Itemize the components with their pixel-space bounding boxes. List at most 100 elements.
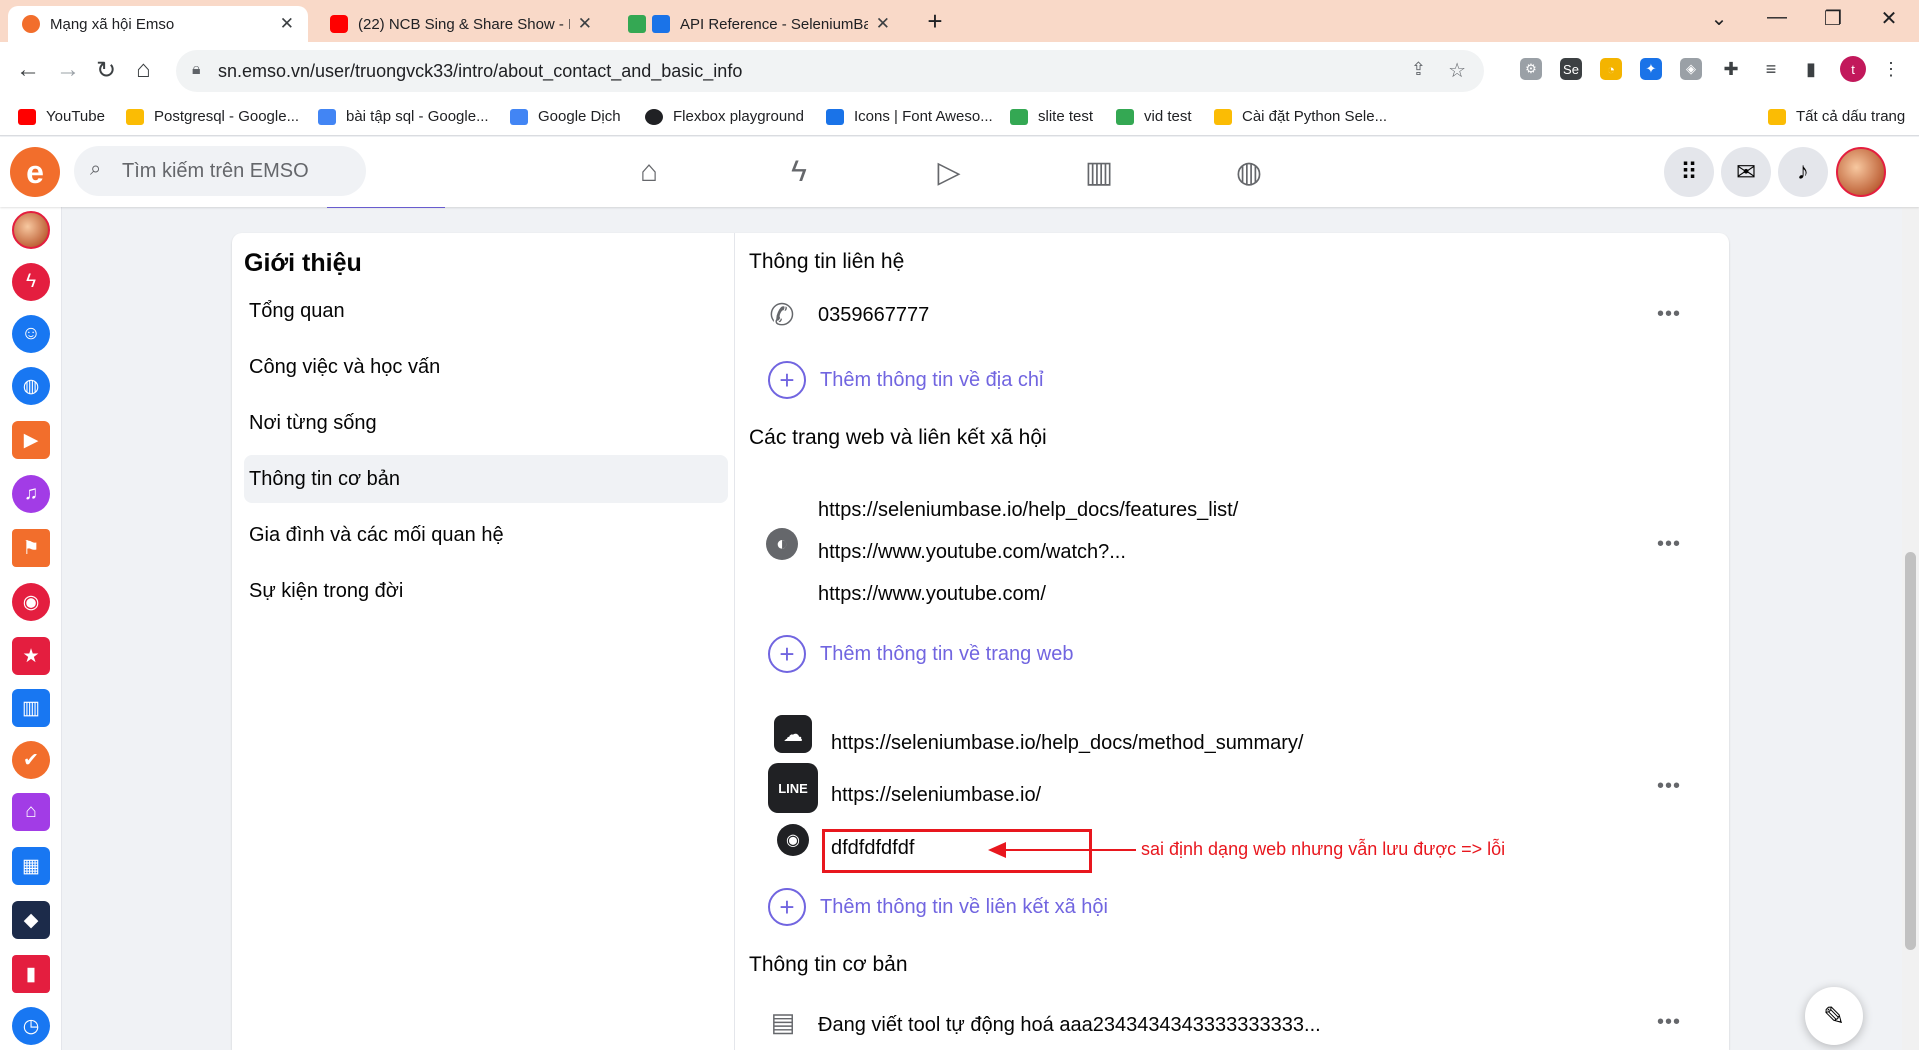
social-more-button[interactable]: ••• — [1657, 775, 1681, 798]
bookmark-youtube[interactable]: YouTube — [18, 108, 105, 125]
about-menu-work-education[interactable]: Công việc và học vấn — [244, 343, 728, 391]
profile-avatar[interactable]: t — [1840, 56, 1866, 82]
sidebar-marketplace-icon[interactable]: ▦ — [12, 847, 50, 885]
close-tab-icon[interactable]: ✕ — [876, 14, 890, 34]
search-icon: ⌕ — [90, 158, 102, 180]
all-bookmarks[interactable]: Tất cả dấu trang — [1768, 108, 1905, 125]
website-link-2[interactable]: https://www.youtube.com/watch?... — [818, 541, 1126, 564]
nav-home-icon[interactable]: ⌂ — [625, 149, 673, 195]
add-address-button[interactable]: + Thêm thông tin về địa chỉ — [768, 361, 1043, 399]
sidebar-stats-icon[interactable]: ▥ — [12, 689, 50, 727]
extension-shield-icon[interactable]: ◈ — [1680, 58, 1702, 80]
browser-tab-youtube[interactable]: (22) NCB Sing & Share Show - M ✕ — [316, 6, 606, 42]
address-bar[interactable]: 🔒︎ sn.emso.vn/user/truongvck33/intro/abo… — [176, 50, 1484, 92]
sidebar-courses-icon[interactable]: ⌂ — [12, 793, 50, 831]
tab-title: (22) NCB Sing & Share Show - M — [358, 15, 570, 33]
sheets-favicon-icon — [628, 15, 646, 33]
phone-more-button[interactable]: ••• — [1657, 303, 1681, 326]
browser-menu-icon[interactable]: ⋮ — [1880, 58, 1902, 80]
new-tab-button[interactable]: + — [910, 6, 960, 37]
sidebar-friends-icon[interactable]: ☺ — [12, 315, 50, 353]
media-control-icon[interactable]: ≡ — [1760, 58, 1782, 80]
extensions-puzzle-icon[interactable]: ✚ — [1720, 58, 1742, 80]
compose-post-button[interactable]: ✎ — [1805, 987, 1863, 1045]
forward-icon[interactable]: → — [56, 56, 80, 84]
nav-watch-icon[interactable]: ▷ — [925, 149, 973, 195]
bookmark-flexbox[interactable]: Flexbox playground — [645, 108, 804, 125]
websites-more-button[interactable]: ••• — [1657, 533, 1681, 556]
sidebar-pages-icon[interactable]: ⚑ — [12, 529, 50, 567]
bookmark-label: Tất cả dấu trang — [1796, 108, 1906, 125]
about-menu-family[interactable]: Gia đình và các mối quan hệ — [244, 511, 728, 559]
sidebar-memories-icon[interactable]: ◷ — [12, 1007, 50, 1045]
extension-compass-icon[interactable]: ✦ — [1640, 58, 1662, 80]
search-input[interactable]: ⌕ Tìm kiếm trên EMSO — [74, 146, 366, 196]
home-icon[interactable]: ⌂ — [136, 56, 151, 84]
browser-tab-seleniumbase[interactable]: API Reference - SeleniumBas ✕ — [614, 6, 904, 42]
bookmark-label: Postgresql - Google... — [154, 108, 300, 125]
emso-logo[interactable]: e — [10, 147, 60, 197]
close-tab-icon[interactable]: ✕ — [578, 14, 592, 34]
close-window-icon[interactable]: ✕ — [1864, 6, 1914, 31]
codepen-icon — [645, 108, 663, 125]
docs-icon — [318, 108, 336, 125]
reload-icon[interactable]: ↻ — [96, 56, 116, 85]
sidebar-groups-icon[interactable]: ◍ — [12, 367, 50, 405]
browser-tab-emso[interactable]: Mạng xã hội Emso ✕ — [8, 6, 308, 42]
bookmark-slite-test[interactable]: slite test — [1010, 108, 1093, 125]
youtube-icon — [18, 108, 36, 125]
back-icon[interactable]: ← — [16, 56, 40, 84]
user-avatar[interactable] — [1836, 147, 1886, 197]
add-social-button[interactable]: + Thêm thông tin về liên kết xã hội — [768, 888, 1108, 926]
website-link-1[interactable]: https://seleniumbase.io/help_docs/featur… — [818, 499, 1238, 522]
bio-more-button[interactable]: ••• — [1657, 1011, 1681, 1034]
about-menu-overview[interactable]: Tổng quan — [244, 287, 728, 335]
sidebar-music-icon[interactable]: ♫ — [12, 475, 50, 513]
bookmark-cai-dat-python[interactable]: Cài đặt Python Sele... — [1214, 108, 1387, 125]
restore-icon[interactable]: ❐ — [1808, 6, 1858, 31]
social-link-wechat[interactable]: https://seleniumbase.io/help_docs/method… — [831, 732, 1303, 755]
bookmark-bai-tap-sql[interactable]: bài tập sql - Google... — [318, 108, 489, 125]
sidebar-recruit-icon[interactable]: ✔ — [12, 741, 50, 779]
nav-groups-icon[interactable]: ◍ — [1225, 149, 1273, 195]
sidebar-events-icon[interactable]: ★ — [12, 637, 50, 675]
messenger-icon[interactable]: ✉ — [1721, 147, 1771, 197]
page-scrollbar[interactable] — [1902, 137, 1919, 1050]
wechat-icon: ☁ — [774, 715, 812, 753]
bookmark-google-dich[interactable]: Google Dịch — [510, 108, 621, 125]
notifications-bell-icon[interactable]: ♪ — [1778, 147, 1828, 197]
nav-moments-icon[interactable]: ϟ — [775, 149, 823, 195]
book-icon: ▤ — [770, 1006, 796, 1037]
about-menu-life-events[interactable]: Sự kiện trong đời — [244, 567, 728, 615]
apps-menu-icon[interactable]: ⠿ — [1664, 147, 1714, 197]
sidebar-saved-icon[interactable]: ▮ — [12, 955, 50, 993]
extension-gear-icon[interactable]: ⚙ — [1520, 58, 1542, 80]
add-website-button[interactable]: + Thêm thông tin về trang web — [768, 635, 1073, 673]
social-link-line[interactable]: https://seleniumbase.io/ — [831, 784, 1041, 807]
close-tab-icon[interactable]: ✕ — [280, 14, 294, 34]
website-link-3[interactable]: https://www.youtube.com/ — [818, 583, 1046, 606]
share-icon[interactable]: ⇪ — [1411, 59, 1426, 80]
bookmark-font-awesome[interactable]: Icons | Font Aweso... — [826, 108, 993, 125]
browser-tab-strip: Mạng xã hội Emso ✕ (22) NCB Sing & Share… — [0, 0, 1919, 42]
bookmark-label: YouTube — [46, 108, 105, 125]
tab-search-icon[interactable]: ⌄ — [1694, 6, 1744, 31]
bookmark-postgresql[interactable]: Postgresql - Google... — [126, 108, 299, 125]
plus-circle-icon: + — [768, 361, 806, 399]
sidebar-watch-icon[interactable]: ▶ — [12, 421, 50, 459]
bookmark-vid-test[interactable]: vid test — [1116, 108, 1192, 125]
about-menu-places-lived[interactable]: Nơi từng sống — [244, 399, 728, 447]
selenium-ide-icon[interactable]: Se — [1560, 58, 1582, 80]
side-panel-icon[interactable]: ▮ — [1800, 58, 1822, 80]
sidebar-ticket-icon[interactable]: ◆ — [12, 901, 50, 939]
sidebar-moments-icon[interactable]: ϟ — [12, 263, 50, 301]
lock-icon[interactable]: 🔒︎ — [192, 61, 201, 79]
bookmark-star-icon[interactable]: ☆ — [1448, 58, 1466, 83]
extension-timer-icon[interactable]: ◔ — [1600, 58, 1622, 80]
sidebar-live-icon[interactable]: ◉ — [12, 583, 50, 621]
minimize-icon[interactable]: — — [1752, 6, 1802, 29]
nav-marketplace-icon[interactable]: ▥ — [1075, 149, 1123, 195]
sidebar-avatar[interactable] — [12, 211, 50, 249]
scrollbar-thumb[interactable] — [1905, 552, 1916, 950]
about-menu-basic-info[interactable]: Thông tin cơ bản — [244, 455, 728, 503]
